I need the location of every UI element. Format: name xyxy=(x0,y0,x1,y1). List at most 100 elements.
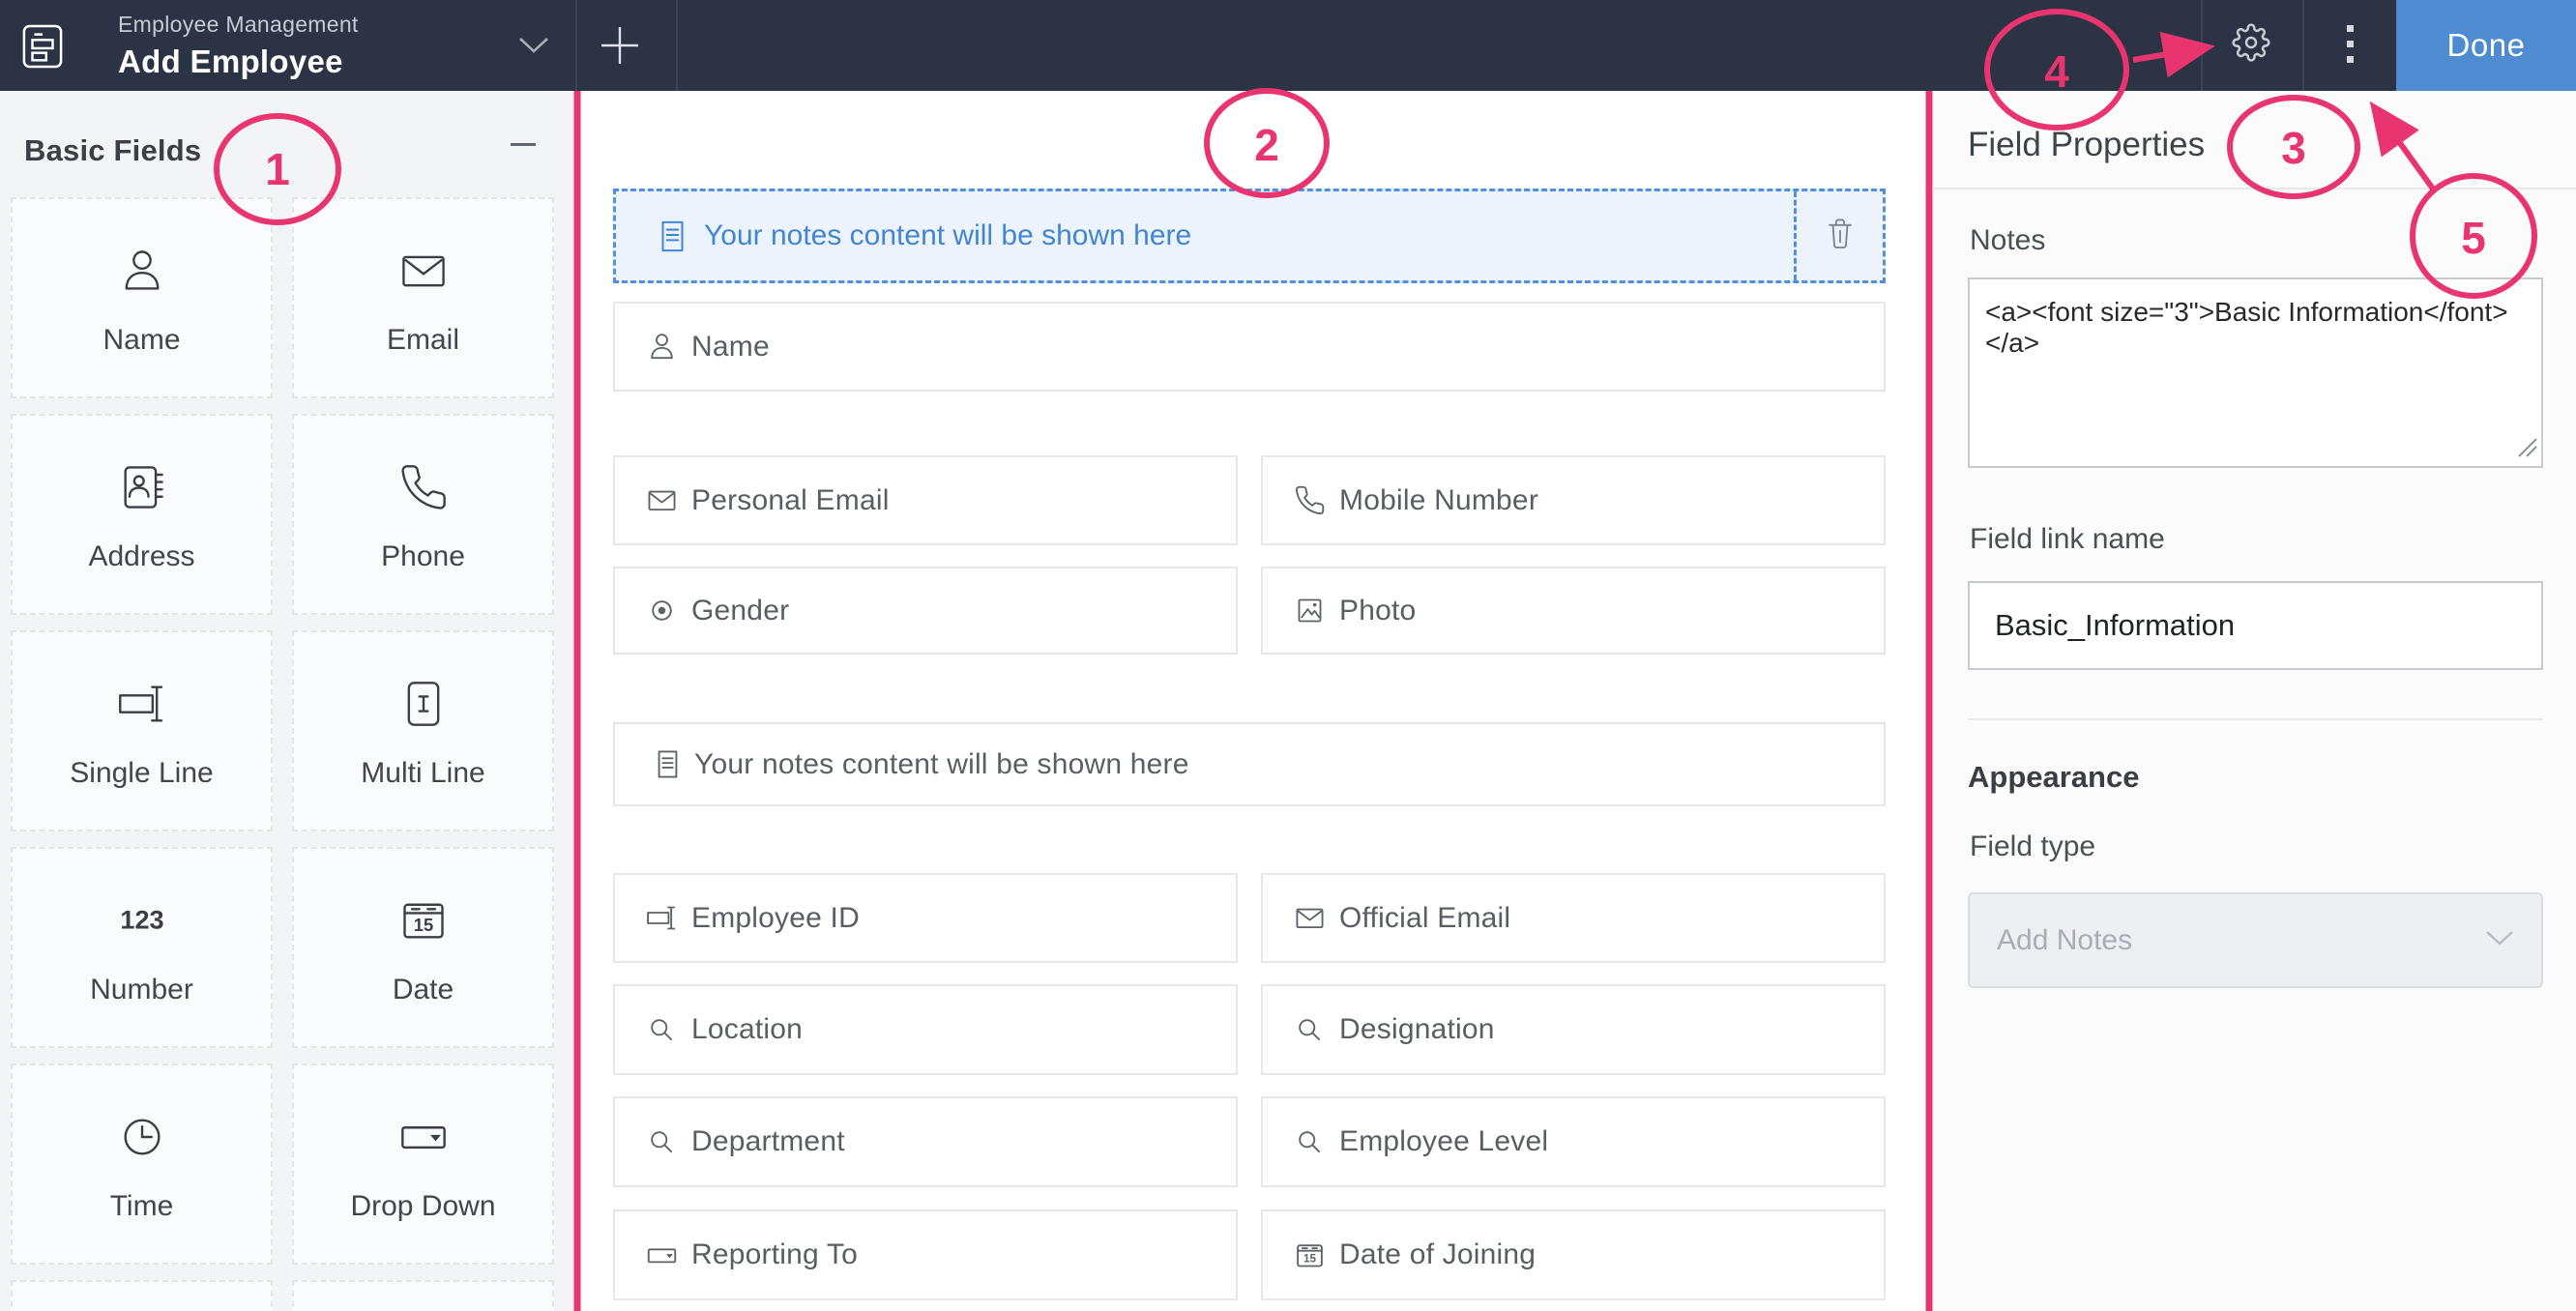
field-tile-partial[interactable] xyxy=(11,1280,273,1311)
field-tile-number[interactable]: 123 Number xyxy=(11,847,273,1048)
canvas-field-employee-level[interactable]: Employee Level xyxy=(1261,1096,1886,1187)
field-tile-phone[interactable]: Phone xyxy=(292,414,554,615)
field-tile-label: Email xyxy=(387,324,459,357)
field-type-label: Field type xyxy=(1970,830,2095,863)
selected-notes-field[interactable]: Your notes content will be shown here xyxy=(613,189,1886,283)
svg-text:15: 15 xyxy=(413,915,432,935)
field-tile-label: Name xyxy=(102,324,180,357)
appearance-heading: Appearance xyxy=(1968,760,2139,795)
notes-icon xyxy=(655,218,690,254)
notes-content-textarea[interactable]: <a><font size="3">Basic Information</fon… xyxy=(1968,277,2543,468)
search-icon xyxy=(646,1014,678,1046)
phone-icon xyxy=(398,455,449,519)
canvas-field-employee-id[interactable]: Employee ID xyxy=(613,873,1238,963)
form-switcher-chevron-down-icon[interactable] xyxy=(518,37,549,59)
settings-gear-icon[interactable] xyxy=(2232,23,2270,67)
mail-icon xyxy=(1294,902,1326,934)
field-type-select[interactable]: Add Notes xyxy=(1968,892,2543,988)
field-tile-date[interactable]: 15 Date xyxy=(292,847,554,1048)
field-label: Name xyxy=(691,331,770,364)
sidebar-section-title: Basic Fields xyxy=(24,133,201,168)
field-tile-label: Number xyxy=(90,974,193,1006)
field-label: Department xyxy=(691,1125,845,1158)
field-label: Gender xyxy=(691,595,789,627)
field-tile-label: Phone xyxy=(381,540,465,573)
app-title: Employee Management xyxy=(118,12,359,38)
field-tile-address[interactable]: Address xyxy=(11,414,273,615)
calendar-icon: 15 xyxy=(1294,1239,1326,1271)
field-label: Official Email xyxy=(1339,902,1510,935)
canvas-notes-placeholder[interactable]: Your notes content will be shown here xyxy=(613,722,1886,806)
field-tile-single-line[interactable]: Single Line xyxy=(11,630,273,831)
field-link-name-input[interactable] xyxy=(1968,581,2543,670)
field-label: Mobile Number xyxy=(1339,484,1538,517)
canvas-field-date-of-joining[interactable]: 15 Date of Joining xyxy=(1261,1209,1886,1300)
form-app-icon xyxy=(22,24,63,73)
canvas-field-photo[interactable]: Photo xyxy=(1261,567,1886,655)
field-type-value: Add Notes xyxy=(1997,924,2485,957)
page-title: Add Employee xyxy=(118,44,359,80)
notes-icon xyxy=(652,748,684,780)
field-link-name-label: Field link name xyxy=(1970,523,2165,556)
canvas-field-mobile-number[interactable]: Mobile Number xyxy=(1261,455,1886,545)
person-icon xyxy=(646,331,678,363)
field-tile-partial[interactable] xyxy=(292,1280,554,1311)
field-label: Location xyxy=(691,1013,803,1046)
field-label: Your notes content will be shown here xyxy=(704,219,1191,252)
field-tile-multi-line[interactable]: Multi Line xyxy=(292,630,554,831)
field-tile-label: Date xyxy=(393,974,454,1006)
single-line-icon xyxy=(117,672,167,736)
dropdown-icon xyxy=(398,1105,449,1169)
number-123-icon: 123 xyxy=(117,889,167,952)
topbar-divider xyxy=(676,0,678,91)
topbar-divider xyxy=(2302,0,2304,91)
canvas-field-name[interactable]: Name xyxy=(613,302,1886,392)
search-icon xyxy=(646,1126,678,1158)
field-label: Employee Level xyxy=(1339,1125,1548,1158)
field-properties-panel: Field Properties Notes <a><font size="3"… xyxy=(1933,91,2576,1311)
form-builder-page: Employee Management Add Employee Done Ba… xyxy=(0,0,2576,1311)
canvas-field-reporting-to[interactable]: Reporting To xyxy=(613,1209,1238,1300)
field-tile-label: Single Line xyxy=(70,757,213,790)
canvas-field-location[interactable]: Location xyxy=(613,984,1238,1075)
field-label: Designation xyxy=(1339,1013,1495,1046)
topbar-divider xyxy=(575,0,577,91)
field-tile-label: Drop Down xyxy=(350,1190,495,1223)
canvas-field-official-email[interactable]: Official Email xyxy=(1261,873,1886,963)
collapse-section-minus-icon[interactable] xyxy=(511,143,536,147)
delete-field-button[interactable] xyxy=(1794,191,1883,280)
add-form-tab-button[interactable] xyxy=(600,25,640,71)
single-line-icon xyxy=(646,902,678,934)
canvas-field-designation[interactable]: Designation xyxy=(1261,984,1886,1075)
calendar-icon: 15 xyxy=(398,889,449,952)
topbar-divider xyxy=(2201,0,2203,91)
svg-text:123: 123 xyxy=(120,905,163,935)
field-tile-name[interactable]: Name xyxy=(11,197,273,398)
radio-icon xyxy=(646,595,678,626)
more-options-kebab-icon[interactable] xyxy=(2347,25,2355,72)
fields-sidebar: Basic Fields Name Email Address Phone Si… xyxy=(0,91,581,1311)
panel-divider xyxy=(1933,188,2576,189)
trash-icon xyxy=(1821,215,1859,258)
field-tile-drop-down[interactable]: Drop Down xyxy=(292,1063,554,1265)
search-icon xyxy=(1294,1014,1326,1046)
notes-label: Notes xyxy=(1970,224,2045,257)
person-icon xyxy=(117,239,167,303)
mail-icon xyxy=(646,484,678,516)
svg-text:15: 15 xyxy=(1303,1252,1316,1265)
field-label: Reporting To xyxy=(691,1238,858,1271)
canvas-field-gender[interactable]: Gender xyxy=(613,567,1238,655)
done-button[interactable]: Done xyxy=(2396,0,2576,91)
field-tile-email[interactable]: Email xyxy=(292,197,554,398)
panel-divider xyxy=(1968,718,2543,720)
field-tile-label: Multi Line xyxy=(361,757,484,790)
field-tile-label: Address xyxy=(88,540,194,573)
canvas-field-department[interactable]: Department xyxy=(613,1096,1238,1187)
field-label: Photo xyxy=(1339,595,1416,627)
field-tile-time[interactable]: Time xyxy=(11,1063,273,1265)
address-book-icon xyxy=(117,455,167,519)
canvas-field-personal-email[interactable]: Personal Email xyxy=(613,455,1238,545)
field-label: Employee ID xyxy=(691,902,860,935)
phone-icon xyxy=(1294,484,1326,516)
mail-icon xyxy=(398,239,449,303)
